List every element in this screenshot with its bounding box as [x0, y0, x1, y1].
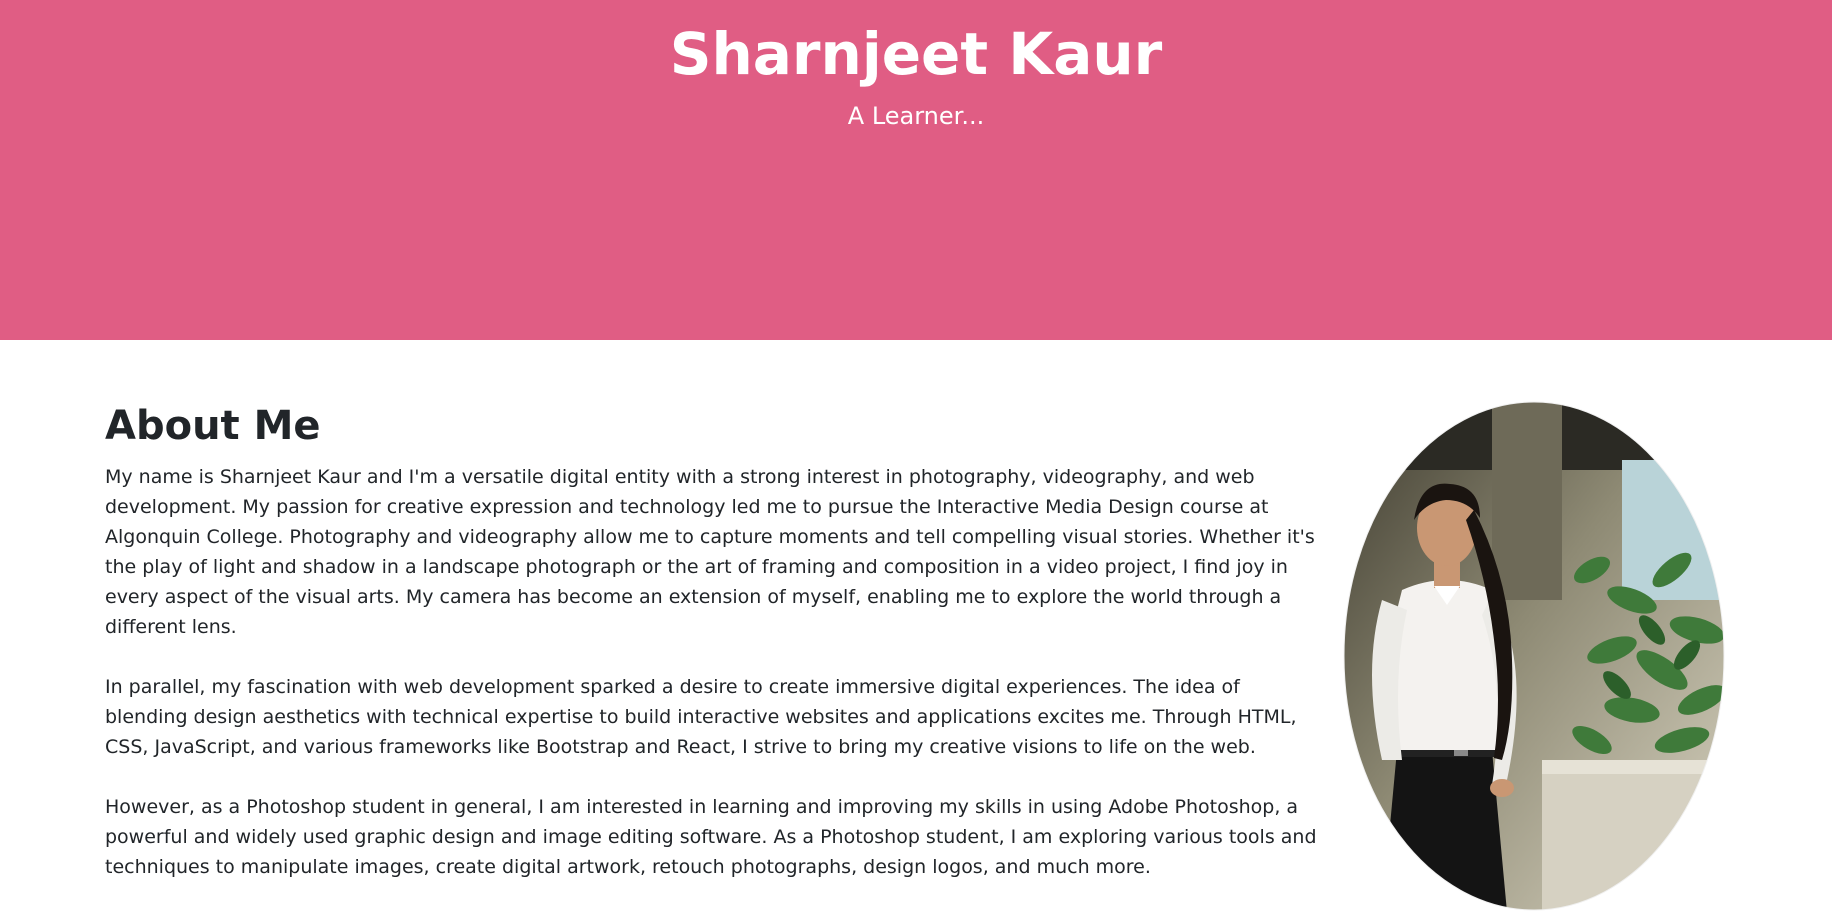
about-paragraph-1: My name is Sharnjeet Kaur and I'm a vers…: [105, 466, 1315, 638]
profile-photo: [1342, 400, 1726, 912]
about-section: About Me My name is Sharnjeet Kaur and I…: [105, 398, 1327, 912]
profile-photo-illustration: [1343, 401, 1725, 911]
about-paragraph-3: However, as a Photoshop student in gener…: [105, 796, 1317, 878]
about-paragraph-2: In parallel, my fascination with web dev…: [105, 676, 1297, 758]
hero-banner: Sharnjeet Kaur A Learner...: [0, 0, 1832, 340]
about-heading: About Me: [105, 403, 321, 449]
hero-title: Sharnjeet Kaur: [669, 20, 1163, 88]
hero-subtitle: A Learner...: [847, 102, 985, 130]
